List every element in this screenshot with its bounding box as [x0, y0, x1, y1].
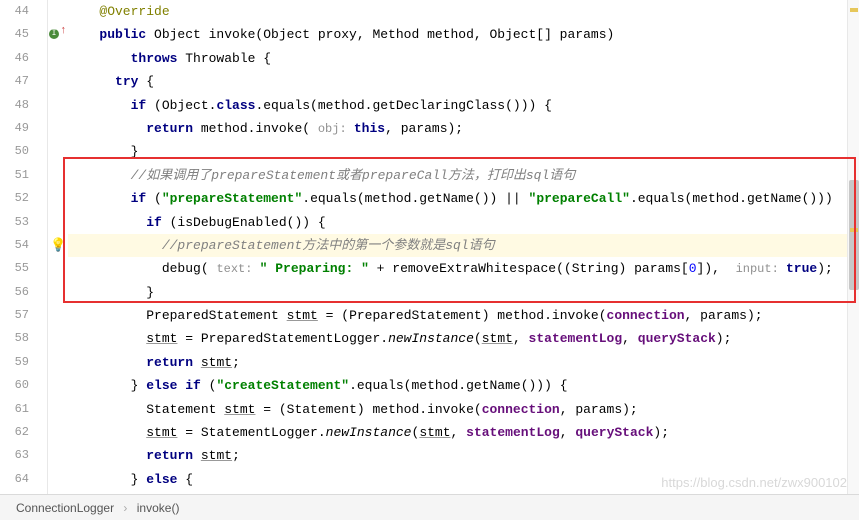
line-number: 51 [0, 164, 47, 187]
line-number: 44 [0, 0, 47, 23]
line-number: 64 [0, 468, 47, 491]
line-number: 53 [0, 211, 47, 234]
line-number: 50 [0, 140, 47, 163]
comment: //prepareStatement方法中的第一个参数就是sql语句 [162, 238, 495, 253]
line-number: 45 [0, 23, 47, 46]
line-number: 48 [0, 94, 47, 117]
line-number: 47 [0, 70, 47, 93]
line-number: 52 [0, 187, 47, 210]
line-number-gutter: 44 45 46 47 48 49 50 51 52 53 54 55 56 5… [0, 0, 48, 494]
line-number: 46 [0, 47, 47, 70]
breadcrumb-bar: ConnectionLogger › invoke() [0, 494, 859, 520]
code-editor[interactable]: @Override public Object invoke(Object pr… [68, 0, 859, 494]
implements-arrow-icon[interactable]: ↑ [60, 25, 67, 37]
scrollbar-warning-mark[interactable] [850, 8, 858, 12]
line-number: 56 [0, 281, 47, 304]
vertical-scrollbar[interactable] [847, 0, 859, 494]
line-number: 63 [0, 444, 47, 467]
line-number: 59 [0, 351, 47, 374]
editor-container: 44 45 46 47 48 49 50 51 52 53 54 55 56 5… [0, 0, 859, 494]
line-number: 57 [0, 304, 47, 327]
line-number: 54 [0, 234, 47, 257]
line-number: 55 [0, 257, 47, 280]
breadcrumb-item[interactable]: invoke() [137, 501, 180, 515]
line-number: 60 [0, 374, 47, 397]
annotation: @Override [99, 4, 169, 19]
highlighted-line: //prepareStatement方法中的第一个参数就是sql语句 [68, 234, 859, 257]
gutter-marker-column: I↑ 💡 [48, 0, 68, 494]
override-icon[interactable]: I [49, 29, 59, 39]
breadcrumb-separator: › [123, 501, 127, 515]
line-number: 49 [0, 117, 47, 140]
breadcrumb-item[interactable]: ConnectionLogger [16, 501, 114, 515]
scrollbar-warning-mark[interactable] [850, 228, 858, 232]
scrollbar-thumb[interactable] [849, 180, 859, 290]
line-number: 58 [0, 327, 47, 350]
param-hint: obj: [318, 122, 354, 136]
param-hint: text: [216, 262, 259, 276]
line-number: 62 [0, 421, 47, 444]
lightbulb-icon[interactable]: 💡 [50, 238, 66, 253]
param-hint: input: [736, 262, 786, 276]
line-number: 61 [0, 398, 47, 421]
comment: //如果调用了prepareStatement或者prepareCall方法，打… [131, 168, 576, 183]
